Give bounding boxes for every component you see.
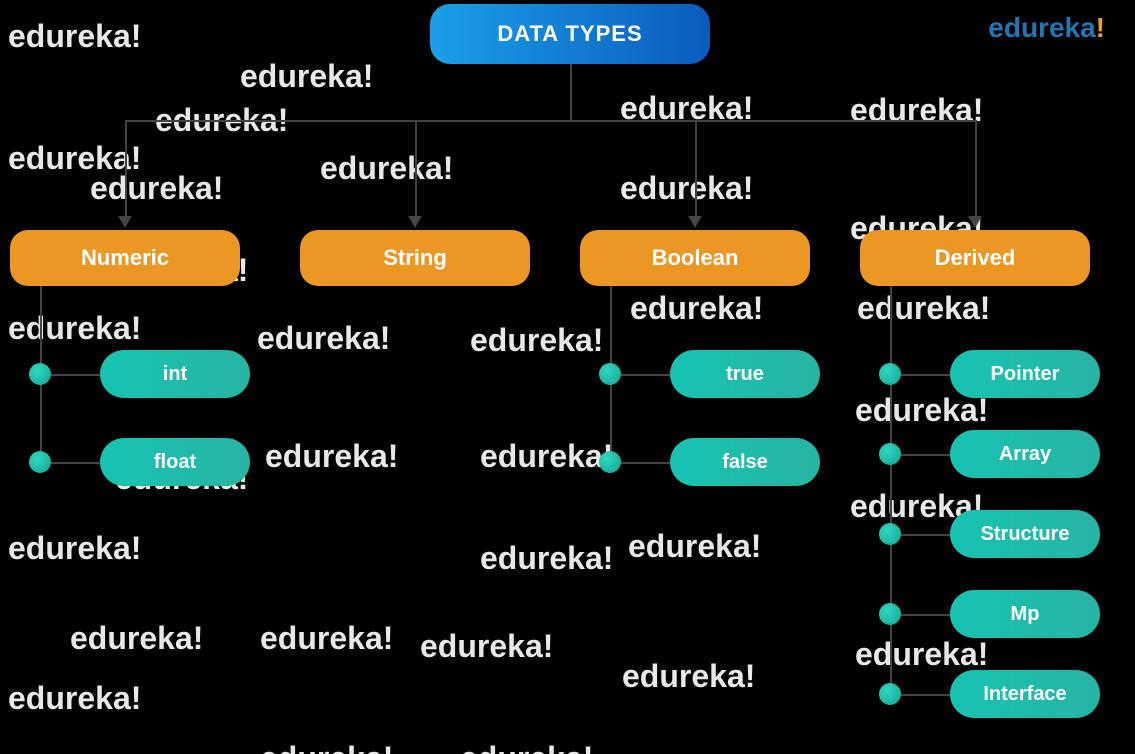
leaf-label: Mp <box>1011 603 1040 626</box>
category-node: Derived <box>860 230 1090 286</box>
category-node: Numeric <box>10 230 240 286</box>
category-node: Boolean <box>580 230 810 286</box>
watermark: edureka! <box>260 620 393 657</box>
watermark: edureka! <box>480 540 613 577</box>
arrow-head-icon <box>968 216 982 228</box>
watermark: edureka! <box>628 528 761 565</box>
connector-dot-icon <box>29 451 51 473</box>
watermark: edureka! <box>8 680 141 717</box>
leaf-node: Mp <box>950 590 1100 638</box>
watermark: edureka! <box>8 18 141 55</box>
category-label: Derived <box>935 245 1016 271</box>
leaf-label: Structure <box>981 523 1070 546</box>
watermark: edureka! <box>260 740 393 754</box>
leaf-node: int <box>100 350 250 398</box>
root-label: DATA TYPES <box>497 21 642 47</box>
watermark: edureka! <box>8 140 141 177</box>
watermark: edureka! <box>265 438 398 475</box>
watermark: edureka! <box>420 628 553 665</box>
brand-name: edureka <box>988 12 1095 43</box>
leaf-label: false <box>722 451 768 474</box>
leaf-node: Interface <box>950 670 1100 718</box>
leaf-node: false <box>670 438 820 486</box>
watermark: edureka! <box>630 290 763 327</box>
connector-line <box>125 120 975 122</box>
connector-line <box>695 120 697 218</box>
watermark: edureka! <box>70 620 203 657</box>
watermark: edureka! <box>850 92 983 129</box>
root-node: DATA TYPES <box>430 4 710 64</box>
watermark: edureka! <box>90 170 223 207</box>
leaf-node: Array <box>950 430 1100 478</box>
leaf-label: float <box>154 451 196 474</box>
connector-line <box>890 286 892 694</box>
category-label: Boolean <box>652 245 739 271</box>
leaf-node: Structure <box>950 510 1100 558</box>
connector-line <box>415 120 417 218</box>
watermark: edureka! <box>257 320 390 357</box>
connector-dot-icon <box>29 363 51 385</box>
watermark: edureka! <box>460 740 593 754</box>
category-label: String <box>383 245 447 271</box>
connector-dot-icon <box>879 683 901 705</box>
category-node: String <box>300 230 530 286</box>
connector-dot-icon <box>879 523 901 545</box>
connector-dot-icon <box>599 363 621 385</box>
watermark: edureka! <box>857 290 990 327</box>
connector-line <box>975 120 977 218</box>
connector-dot-icon <box>879 443 901 465</box>
connector-dot-icon <box>599 451 621 473</box>
leaf-label: Array <box>999 443 1051 466</box>
connector-line <box>570 64 572 120</box>
arrow-head-icon <box>688 216 702 228</box>
watermark: edureka! <box>320 150 453 187</box>
leaf-node: true <box>670 350 820 398</box>
watermark: edureka! <box>622 658 755 695</box>
watermark: edureka! <box>855 636 988 673</box>
watermark: edureka! <box>480 438 613 475</box>
leaf-label: int <box>163 363 187 386</box>
watermark: edureka! <box>8 310 141 347</box>
connector-line <box>125 120 127 218</box>
watermark: edureka! <box>240 58 373 95</box>
arrow-head-icon <box>118 216 132 228</box>
leaf-label: true <box>726 363 764 386</box>
leaf-node: Pointer <box>950 350 1100 398</box>
brand-bang: ! <box>1096 12 1105 43</box>
leaf-label: Pointer <box>991 363 1060 386</box>
leaf-node: float <box>100 438 250 486</box>
watermark: edureka! <box>620 170 753 207</box>
brand-logo: edureka! <box>988 12 1105 44</box>
watermark: edureka! <box>8 530 141 567</box>
watermark: edureka! <box>470 322 603 359</box>
diagram-stage: edureka!edureka!edureka!edureka!edureka!… <box>0 0 1135 754</box>
category-label: Numeric <box>81 245 169 271</box>
connector-dot-icon <box>879 363 901 385</box>
leaf-label: Interface <box>983 683 1066 706</box>
arrow-head-icon <box>408 216 422 228</box>
connector-dot-icon <box>879 603 901 625</box>
